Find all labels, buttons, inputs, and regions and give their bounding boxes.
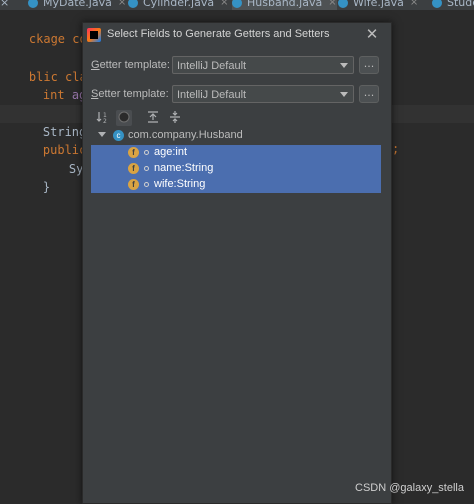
setter-template-select[interactable]: IntelliJ Default: [172, 85, 354, 103]
dialog-title-bar[interactable]: Select Fields to Generate Getters and Se…: [83, 23, 391, 47]
close-icon[interactable]: ×: [118, 0, 126, 8]
field-item-name[interactable]: f name:String: [91, 161, 381, 177]
class-file-icon: [432, 0, 442, 8]
getter-template-select[interactable]: IntelliJ Default: [172, 56, 354, 74]
chevron-down-icon: [340, 92, 348, 97]
watermark: CSDN @galaxy_stella: [355, 482, 464, 494]
field-icon: f: [128, 163, 139, 174]
sort-icon[interactable]: 12: [95, 110, 111, 126]
editor-tab-bar: × MyDate.java × Cylinder.java × Husband.ja…: [0, 0, 474, 10]
setter-template-label: Setter template:: [91, 88, 169, 100]
svg-text:2: 2: [103, 118, 107, 124]
tree-root-class[interactable]: c com.company.Husband: [83, 128, 391, 144]
code-line-brace: }: [42, 180, 51, 194]
expand-all-icon[interactable]: [145, 110, 161, 126]
field-label: wife:String: [154, 178, 206, 190]
package-private-icon: [144, 150, 149, 155]
field-label: age:int: [154, 146, 188, 158]
tab-wife[interactable]: Wife.java ×: [338, 0, 418, 10]
field-label: name:String: [154, 162, 214, 174]
close-icon[interactable]: ×: [328, 0, 336, 8]
chevron-down-icon[interactable]: [98, 132, 106, 137]
field-item-wife[interactable]: f wife:String: [91, 177, 381, 193]
chevron-down-icon: [340, 63, 348, 68]
tab-close-left[interactable]: ×: [0, 0, 9, 10]
class-file-icon: [232, 0, 242, 8]
collapse-all-icon[interactable]: [167, 110, 183, 126]
tab-husband[interactable]: Husband.java ×: [232, 0, 337, 10]
getter-template-label: Getter template:: [91, 59, 170, 71]
field-icon: f: [128, 147, 139, 158]
close-icon[interactable]: ×: [410, 0, 418, 8]
intellij-app-icon: [87, 28, 101, 42]
getter-template-browse-button[interactable]: ...: [359, 56, 379, 74]
close-icon[interactable]: ✕: [363, 25, 381, 43]
tab-mydate[interactable]: MyDate.java ×: [28, 0, 126, 10]
package-private-icon: [144, 182, 149, 187]
filter-icon[interactable]: [116, 110, 132, 126]
dialog-title: Select Fields to Generate Getters and Se…: [107, 28, 330, 40]
tab-cylinder[interactable]: Cylinder.java ×: [128, 0, 228, 10]
class-file-icon: [28, 0, 38, 8]
tree-root-label: com.company.Husband: [128, 129, 243, 141]
close-icon[interactable]: ×: [0, 0, 9, 9]
generate-getters-setters-dialog: Select Fields to Generate Getters and Se…: [82, 22, 392, 504]
setter-template-browse-button[interactable]: ...: [359, 85, 379, 103]
field-icon: f: [128, 179, 139, 190]
field-item-age[interactable]: f age:int: [91, 145, 381, 161]
close-icon[interactable]: ×: [220, 0, 228, 8]
class-icon: c: [113, 130, 124, 141]
class-file-icon: [338, 0, 348, 8]
package-private-icon: [144, 166, 149, 171]
tab-student[interactable]: Stude: [432, 0, 474, 10]
class-file-icon: [128, 0, 138, 8]
code-semicolon: ;: [392, 142, 400, 156]
